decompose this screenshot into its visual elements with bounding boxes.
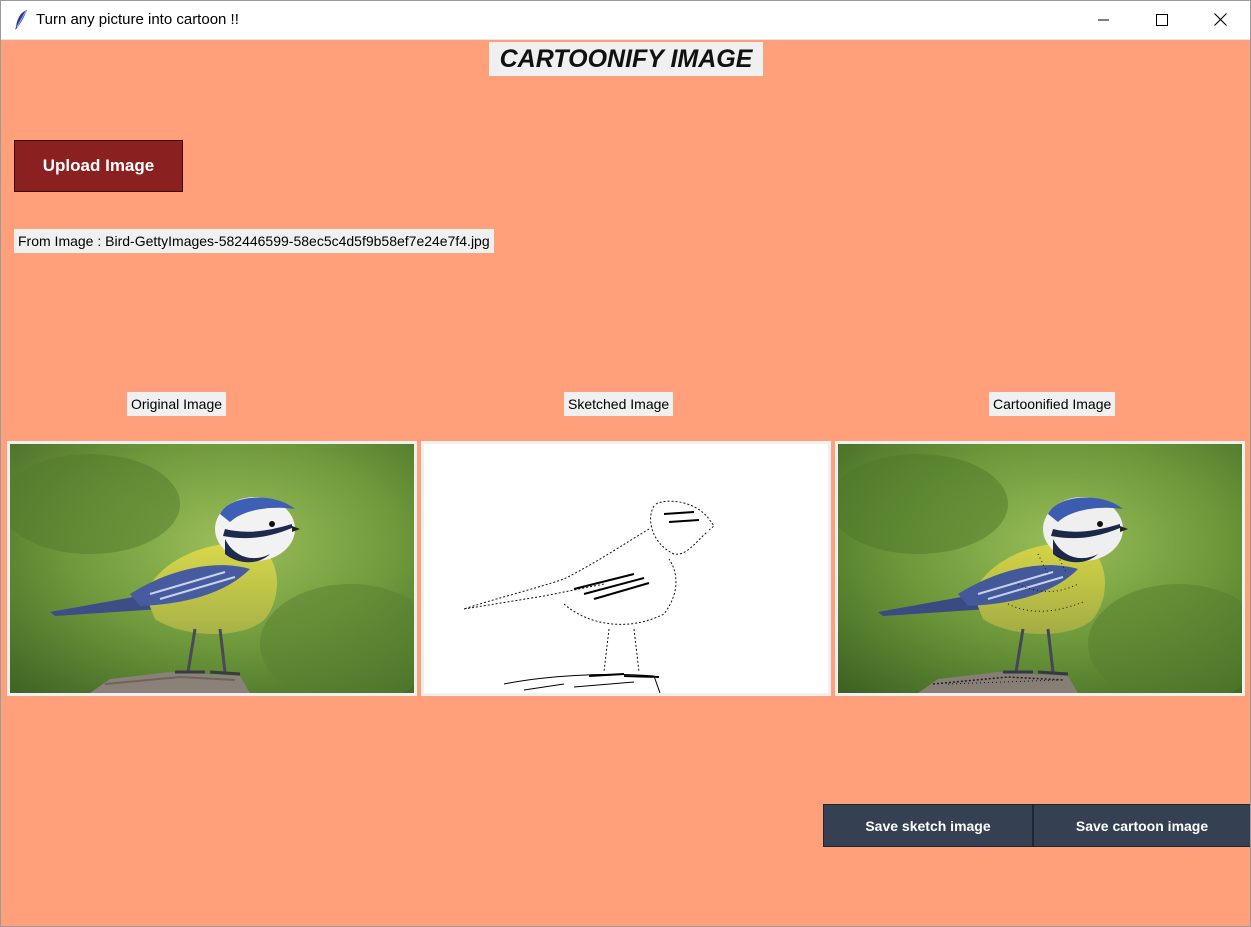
close-button[interactable]	[1191, 1, 1249, 39]
title-bar[interactable]: Turn any picture into cartoon !!	[1, 1, 1250, 40]
page-title: CARTOONIFY IMAGE	[489, 42, 763, 76]
cartoonified-image-panel	[835, 441, 1245, 696]
sketched-image-caption: Sketched Image	[564, 392, 674, 416]
save-sketch-button[interactable]: Save sketch image	[823, 804, 1033, 847]
cartoon-bird-image	[838, 444, 1242, 693]
source-file-label: From Image : Bird-GettyImages-582446599-…	[14, 229, 494, 253]
cartoonified-image-caption: Cartoonified Image	[989, 392, 1116, 416]
save-cartoon-button[interactable]: Save cartoon image	[1033, 804, 1250, 847]
sketched-bird-image	[424, 444, 828, 693]
maximize-icon	[1156, 11, 1168, 30]
sketched-image-panel	[421, 441, 831, 696]
upload-image-button[interactable]: Upload Image	[14, 140, 183, 192]
feather-icon	[13, 9, 29, 31]
minimize-icon	[1098, 11, 1110, 30]
window-title: Turn any picture into cartoon !!	[36, 11, 239, 28]
maximize-button[interactable]	[1133, 1, 1191, 39]
original-image-panel	[7, 441, 417, 696]
minimize-button[interactable]	[1075, 1, 1133, 39]
close-icon	[1213, 11, 1227, 30]
original-bird-image	[10, 444, 414, 693]
original-image-caption: Original Image	[127, 392, 227, 416]
app-window: Turn any picture into cartoon !! CARTOON…	[0, 0, 1251, 927]
